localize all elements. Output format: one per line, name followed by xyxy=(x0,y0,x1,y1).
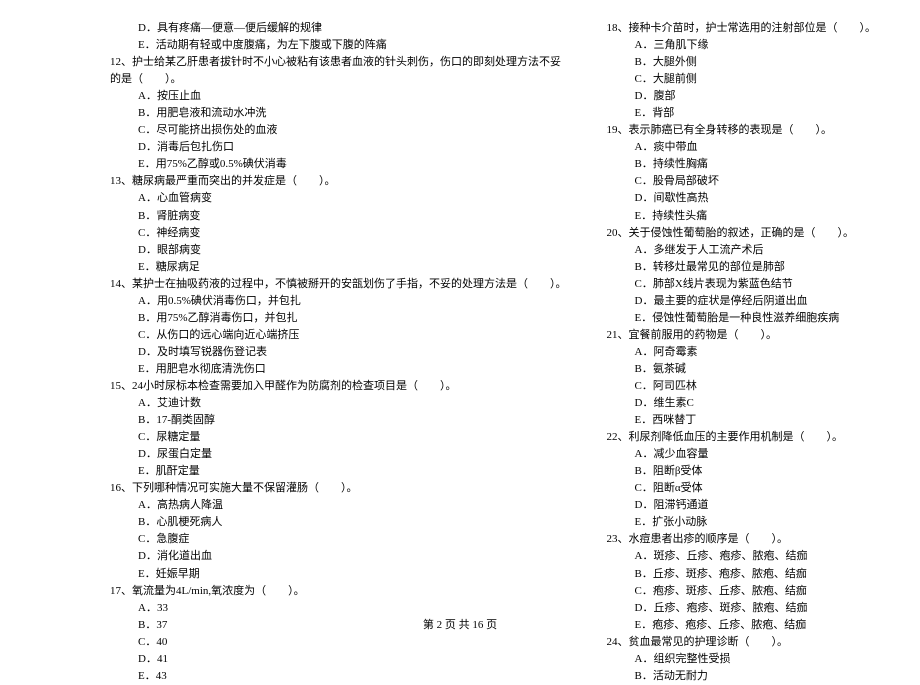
q14-text: 14、某护士在抽吸药液的过程中，不慎被掰开的安瓿划伤了手指，不妥的处理方法是（ … xyxy=(110,276,567,293)
q22-option-d: D．阻滞钙通道 xyxy=(607,497,877,514)
q17-option-a: A．33 xyxy=(110,600,567,617)
q12-text-a: 12、护士给某乙肝患者拔针时不小心被粘有该患者血液的针头刺伤，伤口的即刻处理方法… xyxy=(110,54,567,71)
q15-option-c: C．尿糖定量 xyxy=(110,429,567,446)
q13-option-b: B．肾脏病变 xyxy=(110,208,567,225)
left-column: D．具有疼痛—便意—便后缓解的规律 E．活动期有轻或中度腹痛，为左下腹或下腹的阵… xyxy=(110,20,597,685)
q11-option-e: E．活动期有轻或中度腹痛，为左下腹或下腹的阵痛 xyxy=(110,37,567,54)
q22-option-b: B．阻断β受体 xyxy=(607,463,877,480)
q19-option-a: A．痰中带血 xyxy=(607,139,877,156)
q15-option-b: B．17-酮类固醇 xyxy=(110,412,567,429)
q17-option-e: E．43 xyxy=(110,668,567,685)
q13-option-d: D．眼部病变 xyxy=(110,242,567,259)
q15-option-a: A．艾迪计数 xyxy=(110,395,567,412)
q19-text: 19、表示肺癌已有全身转移的表现是（ ）。 xyxy=(607,122,877,139)
q20-option-c: C．肺部X线片表现为紫蓝色结节 xyxy=(607,276,877,293)
q22-text: 22、利尿剂降低血压的主要作用机制是（ ）。 xyxy=(607,429,877,446)
q19-option-c: C．股骨局部破坏 xyxy=(607,173,877,190)
q20-option-b: B．转移灶最常见的部位是肺部 xyxy=(607,259,877,276)
q15-option-d: D．尿蛋白定量 xyxy=(110,446,567,463)
q18-option-d: D．腹部 xyxy=(607,88,877,105)
q23-option-d: D．丘疹、疱疹、斑疹、脓疱、结痂 xyxy=(607,600,877,617)
q23-option-a: A．斑疹、丘疹、疱疹、脓疱、结痂 xyxy=(607,548,877,565)
q13-option-e: E．糖尿病足 xyxy=(110,259,567,276)
q18-option-a: A．三角肌下缘 xyxy=(607,37,877,54)
q17-option-c: C．40 xyxy=(110,634,567,651)
q13-option-a: A．心血管病变 xyxy=(110,190,567,207)
right-column: 18、接种卡介苗时，护士常选用的注射部位是（ ）。 A．三角肌下缘 B．大腿外侧… xyxy=(597,20,877,685)
q21-text: 21、宜餐前服用的药物是（ ）。 xyxy=(607,327,877,344)
q12-option-e: E．用75%乙醇或0.5%碘伏消毒 xyxy=(110,156,567,173)
q17-option-d: D．41 xyxy=(110,651,567,668)
q16-option-c: C．急腹症 xyxy=(110,531,567,548)
q13-text: 13、糖尿病最严重而突出的并发症是（ ）。 xyxy=(110,173,567,190)
q21-option-a: A．阿奇霉素 xyxy=(607,344,877,361)
q12-text-b: 的是（ ）。 xyxy=(110,71,567,88)
q16-text: 16、下列哪种情况可实施大量不保留灌肠（ ）。 xyxy=(110,480,567,497)
q12-option-c: C．尽可能挤出损伤处的血液 xyxy=(110,122,567,139)
q22-option-c: C．阻断α受体 xyxy=(607,480,877,497)
q18-option-c: C．大腿前侧 xyxy=(607,71,877,88)
q18-option-e: E．背部 xyxy=(607,105,877,122)
q23-option-b: B．丘疹、斑疹、疱疹、脓疱、结痂 xyxy=(607,566,877,583)
q24-text: 24、贫血最常见的护理诊断（ ）。 xyxy=(607,634,877,651)
q16-option-a: A．高热病人降温 xyxy=(110,497,567,514)
q21-option-b: B．氨茶碱 xyxy=(607,361,877,378)
q19-option-d: D．间歇性高热 xyxy=(607,190,877,207)
q20-option-d: D．最主要的症状是停经后阴道出血 xyxy=(607,293,877,310)
q24-option-b: B．活动无耐力 xyxy=(607,668,877,685)
q21-option-e: E．西咪替丁 xyxy=(607,412,877,429)
q23-option-c: C．疱疹、斑疹、丘疹、脓疱、结痂 xyxy=(607,583,877,600)
q18-option-b: B．大腿外侧 xyxy=(607,54,877,71)
q20-text: 20、关于侵蚀性葡萄胎的叙述，正确的是（ ）。 xyxy=(607,225,877,242)
q22-option-a: A．减少血容量 xyxy=(607,446,877,463)
q20-option-e: E．侵蚀性葡萄胎是一种良性滋养细胞疾病 xyxy=(607,310,877,327)
q20-option-a: A．多继发于人工流产术后 xyxy=(607,242,877,259)
q13-option-c: C．神经病变 xyxy=(110,225,567,242)
page-footer: 第 2 页 共 16 页 xyxy=(0,616,920,632)
q12-option-a: A．按压止血 xyxy=(110,88,567,105)
q12-option-b: B．用肥皂液和流动水冲洗 xyxy=(110,105,567,122)
q19-option-e: E．持续性头痛 xyxy=(607,208,877,225)
q17-text: 17、氧流量为4L/min,氧浓度为（ ）。 xyxy=(110,583,567,600)
q21-option-d: D．维生素C xyxy=(607,395,877,412)
q14-option-c: C．从伤口的远心端向近心端挤压 xyxy=(110,327,567,344)
q18-text: 18、接种卡介苗时，护士常选用的注射部位是（ ）。 xyxy=(607,20,877,37)
q16-option-e: E．妊娠早期 xyxy=(110,566,567,583)
q19-option-b: B．持续性胸痛 xyxy=(607,156,877,173)
q14-option-d: D．及时填写锐器伤登记表 xyxy=(110,344,567,361)
q16-option-d: D．消化道出血 xyxy=(110,548,567,565)
q24-option-a: A．组织完整性受损 xyxy=(607,651,877,668)
q12-option-d: D．消毒后包扎伤口 xyxy=(110,139,567,156)
q16-option-b: B．心肌梗死病人 xyxy=(110,514,567,531)
q23-text: 23、水痘患者出疹的顺序是（ ）。 xyxy=(607,531,877,548)
q14-option-a: A．用0.5%碘伏消毒伤口，并包扎 xyxy=(110,293,567,310)
q14-option-e: E．用肥皂水彻底清洗伤口 xyxy=(110,361,567,378)
q11-option-d: D．具有疼痛—便意—便后缓解的规律 xyxy=(110,20,567,37)
q22-option-e: E．扩张小动脉 xyxy=(607,514,877,531)
q15-option-e: E．肌酐定量 xyxy=(110,463,567,480)
q21-option-c: C．阿司匹林 xyxy=(607,378,877,395)
q14-option-b: B．用75%乙醇消毒伤口，并包扎 xyxy=(110,310,567,327)
q15-text: 15、24小时尿标本检查需要加入甲醛作为防腐剂的检查项目是（ ）。 xyxy=(110,378,567,395)
